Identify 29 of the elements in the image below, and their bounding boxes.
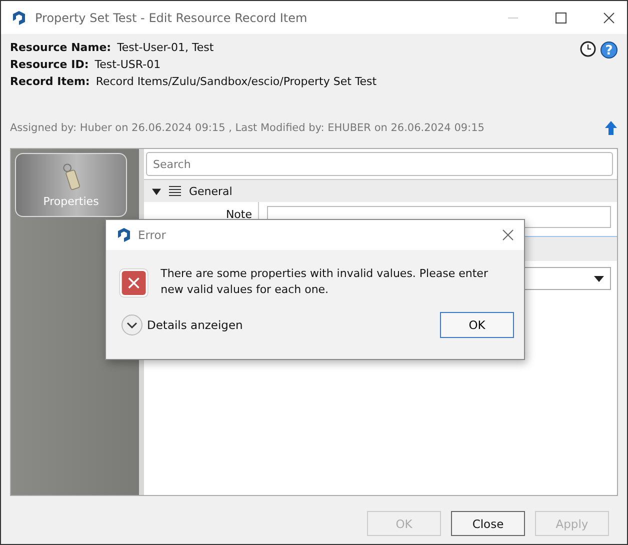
ok-button[interactable]: OK bbox=[440, 312, 514, 338]
field-value: Record Items/Zulu/Sandbox/escio/Property Set Test bbox=[96, 75, 377, 88]
expand-arrow-icon bbox=[152, 186, 161, 196]
field-value: Test-USR-01 bbox=[94, 58, 161, 71]
audit-info: Assigned by: Huber on 26.06.2024 09:15 , Last Modified by: EHUBER on 26.06.2024 09:15 bbox=[10, 122, 484, 134]
field-value: Test-User-01, Test bbox=[117, 41, 214, 54]
field-label: Resource ID: bbox=[10, 58, 89, 71]
up-arrow-icon[interactable] bbox=[604, 120, 618, 136]
app-logo-icon bbox=[116, 227, 132, 243]
window-title: Property Set Test - Edit Resource Record Item bbox=[35, 10, 308, 24]
caret-icon bbox=[594, 276, 604, 282]
maximize-icon[interactable] bbox=[555, 12, 567, 24]
dialog-button[interactable]: Close bbox=[451, 511, 525, 536]
section-title: General bbox=[189, 184, 232, 198]
field-label: Resource Name: bbox=[10, 41, 112, 54]
clock-icon[interactable] bbox=[580, 41, 596, 57]
search-field[interactable]: Search bbox=[146, 152, 613, 176]
app-logo-icon bbox=[11, 10, 27, 26]
dialog-title: Error bbox=[138, 228, 166, 242]
close-icon[interactable] bbox=[502, 229, 514, 241]
field-label: Record Item: bbox=[10, 75, 90, 88]
list-icon bbox=[169, 185, 181, 197]
help-icon[interactable]: ? bbox=[600, 41, 618, 59]
error-message: There are some properties with invalid values. Please enter new valid values for each one. bbox=[160, 266, 489, 298]
chevron-down-icon bbox=[121, 314, 143, 336]
details-toggle[interactable]: Details anzeigen bbox=[121, 314, 243, 336]
tag-icon bbox=[60, 162, 82, 192]
section-header[interactable]: General bbox=[144, 179, 617, 202]
close-icon[interactable] bbox=[603, 12, 615, 24]
